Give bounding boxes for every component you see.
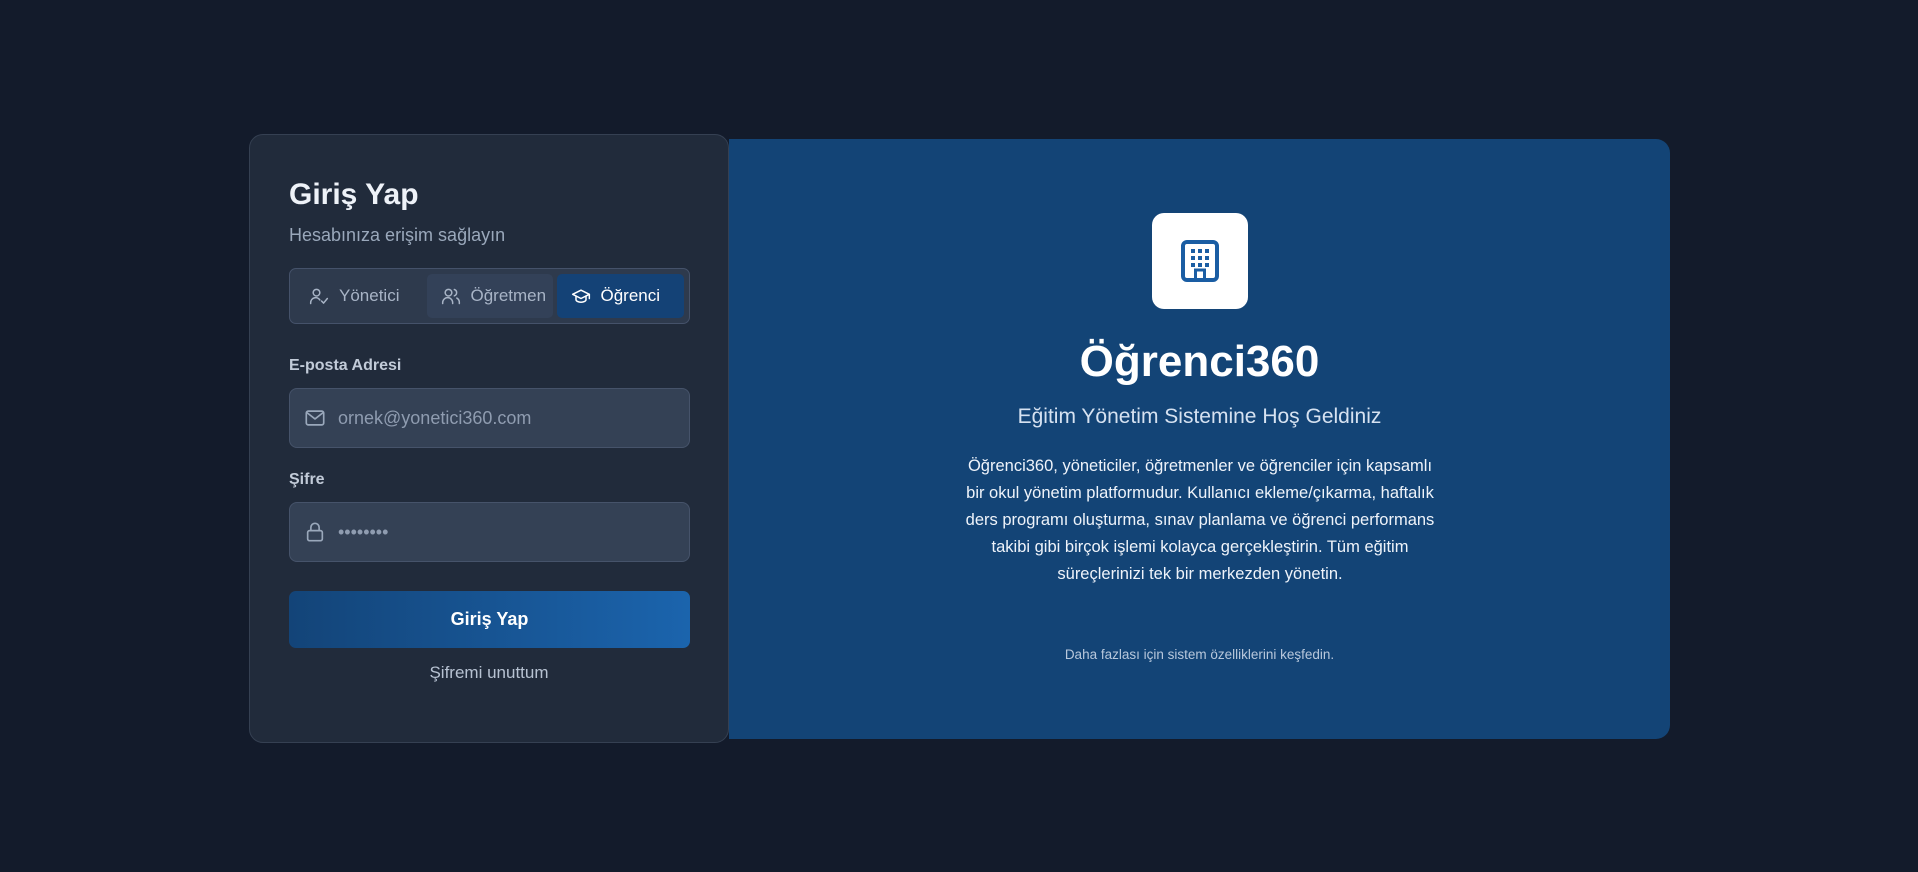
email-input[interactable] [338, 407, 675, 429]
login-page: Giriş Yap Hesabınıza erişim sağlayın Yön… [0, 0, 1918, 872]
password-field-wrapper[interactable] [289, 502, 690, 562]
brand-description: Öğrenci360, yöneticiler, öğretmenler ve … [965, 457, 1435, 583]
role-tab-manager[interactable]: Yönetici [295, 274, 423, 318]
email-label: E-posta Adresi [289, 357, 402, 374]
login-submit-button[interactable]: Giriş Yap [289, 591, 690, 648]
building-icon [1181, 240, 1219, 282]
login-card: Giriş Yap Hesabınıza erişim sağlayın Yön… [249, 134, 729, 743]
login-title: Giriş Yap [289, 178, 419, 211]
brand-name: Öğrenci360 [1079, 337, 1320, 386]
role-tab-label: Yönetici [339, 286, 400, 305]
forgot-password-link[interactable]: Şifremi unuttum [289, 663, 689, 683]
role-tab-teacher[interactable]: Öğretmen [426, 274, 553, 318]
brand-logo [1152, 213, 1248, 309]
info-panel: Öğrenci360 Eğitim Yönetim Sistemine Hoş … [729, 139, 1670, 739]
graduation-cap-icon [571, 289, 590, 303]
role-selector: Yönetici Öğretmen Öğrenci [289, 268, 690, 324]
role-tab-student[interactable]: Öğrenci [556, 274, 684, 318]
lock-icon [306, 522, 324, 542]
login-subtitle: Hesabınıza erişim sağlayın [289, 225, 506, 245]
role-tab-label: Öğretmen [470, 286, 547, 305]
user-check-icon [309, 288, 329, 305]
users-icon [441, 288, 460, 305]
brand-tagline: Eğitim Yönetim Sistemine Hoş Geldiniz [1017, 405, 1382, 428]
password-label: Şifre [289, 471, 325, 488]
brand-more-text: Daha fazlası için sistem özelliklerini k… [1064, 647, 1335, 662]
email-field-wrapper[interactable] [289, 388, 690, 448]
mail-icon [305, 410, 325, 426]
role-tab-label: Öğrenci [600, 286, 661, 305]
password-input[interactable] [338, 521, 675, 543]
